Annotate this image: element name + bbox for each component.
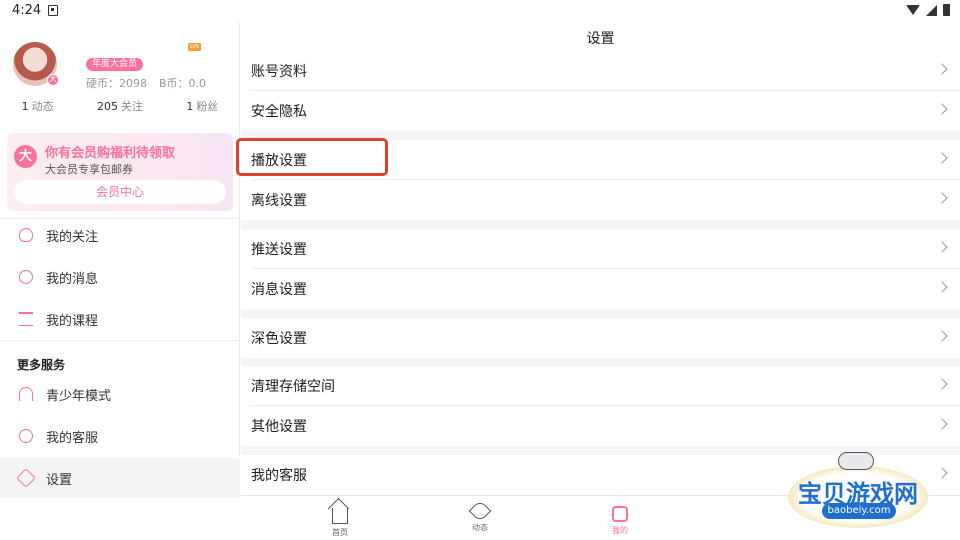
chevron-right-icon bbox=[936, 281, 948, 293]
nav-label: 我的 bbox=[612, 526, 628, 535]
vip-promo-card[interactable]: 大 你有会员购福利待领取 大会员专享包邮券 会员中心 bbox=[7, 133, 233, 211]
menu-item-label: 我的课程 bbox=[46, 313, 99, 329]
menu-item-customer-service[interactable]: 我的客服 bbox=[0, 416, 240, 456]
settings-row-account[interactable]: 账号资料 bbox=[241, 51, 960, 91]
chevron-right-icon bbox=[936, 330, 948, 342]
menu-item-courses[interactable]: 我的课程 bbox=[0, 299, 240, 339]
battery-icon bbox=[943, 4, 950, 16]
menu-item-label: 设置 bbox=[46, 472, 73, 488]
menu-item-label: 我的关注 bbox=[46, 229, 99, 245]
settings-row-label: 其他设置 bbox=[251, 419, 307, 435]
nav-home[interactable]: 首页 bbox=[320, 503, 360, 538]
chevron-right-icon bbox=[936, 241, 948, 253]
settings-panel: 设置 账号资料 安全隐私 播放设置 离线设置 推送设置 消息设置 深色设置 清理… bbox=[241, 22, 960, 495]
menu-item-messages[interactable]: 我的消息 bbox=[0, 257, 240, 297]
message-icon bbox=[19, 267, 33, 284]
menu-item-label: 我的消息 bbox=[46, 271, 99, 287]
signal-icon bbox=[926, 4, 937, 16]
umbrella-icon bbox=[19, 387, 33, 401]
vip-da-icon: 大 bbox=[14, 145, 37, 168]
status-time: 4:24 bbox=[12, 3, 42, 18]
chevron-right-icon bbox=[936, 378, 948, 390]
bcoins-count: B币：0.0 bbox=[159, 77, 207, 90]
more-services-title: 更多服务 bbox=[17, 358, 66, 372]
highlight-box bbox=[236, 138, 388, 176]
settings-row-dark-mode[interactable]: 深色设置 bbox=[241, 318, 960, 358]
notification-icon bbox=[48, 5, 58, 16]
chevron-right-icon bbox=[936, 63, 948, 75]
menu-item-label: 我的客服 bbox=[46, 430, 99, 446]
vip-card-subtitle: 大会员专享包邮券 bbox=[45, 163, 133, 176]
watermark-logo: 宝贝游戏网 baobeiy.com bbox=[782, 448, 934, 534]
settings-row-clear-storage[interactable]: 清理存储空间 bbox=[241, 366, 960, 406]
chevron-right-icon bbox=[936, 152, 948, 164]
chevron-right-icon bbox=[936, 467, 948, 479]
stat-fans[interactable]: 1 粉丝 bbox=[186, 98, 218, 114]
user-follow-icon bbox=[19, 228, 33, 242]
stat-following[interactable]: 205 关注 bbox=[97, 98, 143, 114]
fan-icon bbox=[468, 499, 492, 523]
menu-item-settings[interactable]: 设置 bbox=[0, 458, 240, 498]
nav-dynamic[interactable]: 动态 bbox=[460, 499, 500, 533]
watermark-url: baobeiy.com bbox=[822, 503, 896, 519]
settings-row-privacy[interactable]: 安全隐私 bbox=[241, 91, 960, 131]
avatar-vip-badge: 大 bbox=[47, 74, 59, 86]
vip-tag[interactable]: 年度大会员 bbox=[86, 58, 144, 71]
level-badge: LV5 bbox=[188, 43, 201, 51]
status-bar: 4:24 bbox=[0, 0, 960, 22]
divider bbox=[0, 340, 240, 341]
nav-label: 首页 bbox=[332, 528, 348, 537]
settings-row-label: 账号资料 bbox=[251, 64, 307, 80]
status-icons bbox=[906, 4, 950, 16]
settings-row-label: 离线设置 bbox=[251, 193, 307, 209]
settings-row-label: 我的客服 bbox=[251, 468, 307, 484]
nav-label: 动态 bbox=[472, 523, 488, 532]
settings-row-label: 推送设置 bbox=[251, 242, 307, 258]
settings-row-push[interactable]: 推送设置 bbox=[241, 229, 960, 269]
coins-count: 硬币：2098 bbox=[86, 77, 147, 90]
settings-row-label: 消息设置 bbox=[251, 282, 307, 298]
settings-row-other[interactable]: 其他设置 bbox=[241, 406, 960, 446]
settings-row-label: 深色设置 bbox=[251, 331, 307, 347]
course-icon bbox=[19, 312, 33, 326]
profile-stats: 1 动态 205 关注 1 粉丝 bbox=[0, 98, 240, 114]
stat-dynamic[interactable]: 1 动态 bbox=[22, 98, 54, 114]
customer-service-icon bbox=[19, 429, 33, 443]
settings-row-label: 安全隐私 bbox=[251, 104, 307, 120]
chevron-right-icon bbox=[936, 192, 948, 204]
menu-item-following[interactable]: 我的关注 bbox=[0, 215, 240, 255]
menu-item-label: 青少年模式 bbox=[46, 388, 112, 404]
left-panel: 大 年度大会员 LV5 硬币：2098 B币：0.0 1 动态 205 关注 1 粉丝… bbox=[0, 22, 240, 498]
coins-row: 硬币：2098 B币：0.0 bbox=[86, 75, 206, 91]
tv-icon bbox=[612, 506, 628, 522]
chevron-right-icon bbox=[936, 418, 948, 430]
settings-row-messages[interactable]: 消息设置 bbox=[241, 269, 960, 309]
settings-icon bbox=[16, 468, 36, 488]
vip-card-title: 你有会员购福利待领取 bbox=[45, 146, 176, 161]
home-icon bbox=[332, 508, 348, 524]
settings-row-offline[interactable]: 离线设置 bbox=[241, 180, 960, 220]
vip-center-button[interactable]: 会员中心 bbox=[14, 180, 226, 204]
nav-mine[interactable]: 我的 bbox=[600, 503, 640, 536]
gamepad-icon bbox=[838, 452, 874, 470]
settings-row-label: 清理存储空间 bbox=[251, 379, 335, 395]
menu-item-teen-mode[interactable]: 青少年模式 bbox=[0, 374, 240, 414]
chevron-right-icon bbox=[936, 103, 948, 115]
wifi-icon bbox=[906, 5, 920, 15]
